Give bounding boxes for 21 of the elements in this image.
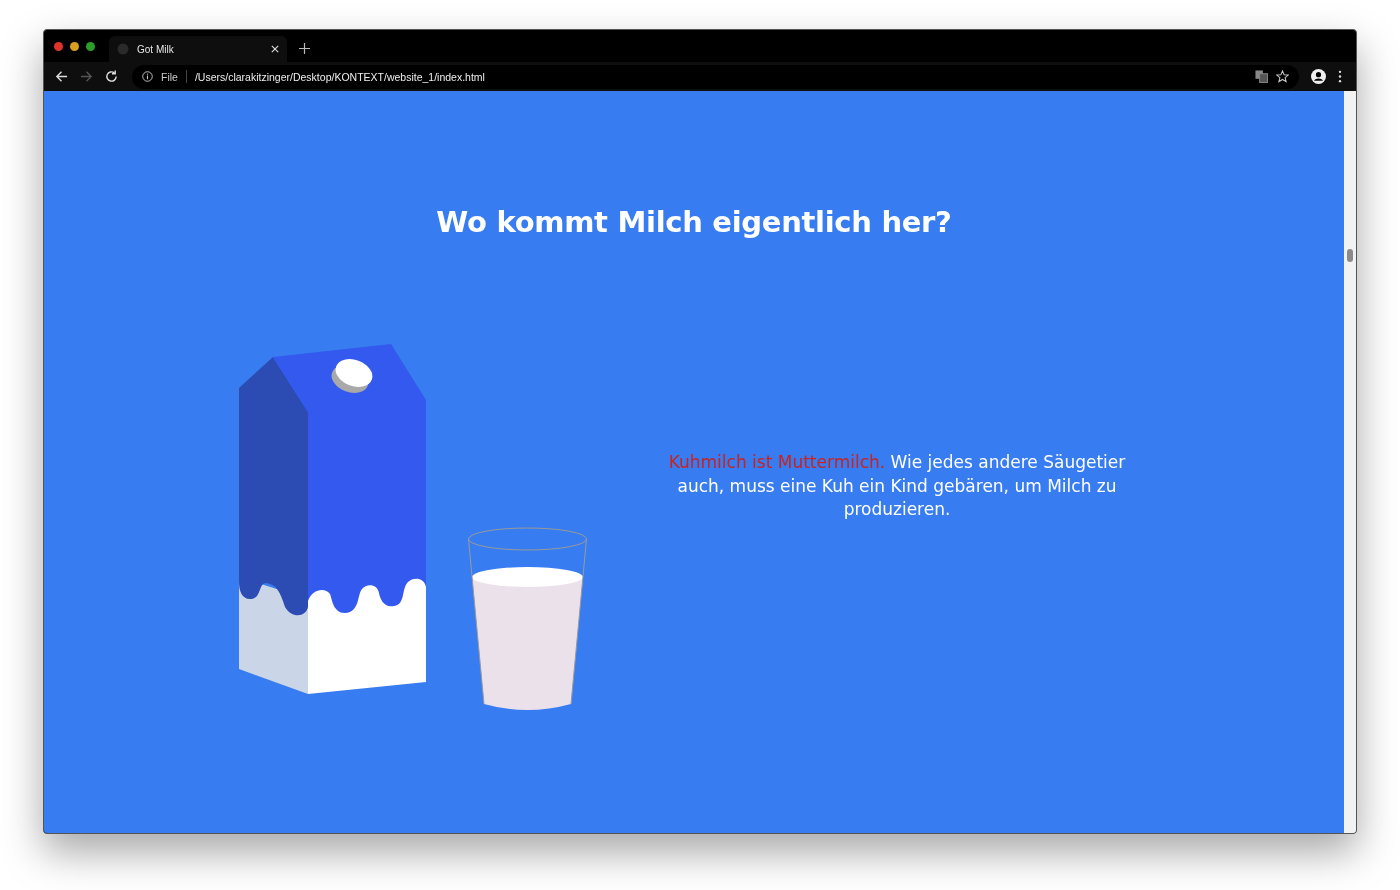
info-icon	[142, 71, 153, 82]
page-heading: Wo kommt Milch eigentlich her?	[435, 205, 953, 239]
star-icon[interactable]	[1276, 70, 1289, 83]
new-tab-icon[interactable]	[299, 42, 310, 54]
address-bar[interactable]: File /Users/clarakitzinger/Desktop/KONTEXT/website_1/index.html	[132, 64, 1299, 89]
translate-icon[interactable]	[1255, 70, 1268, 83]
maximize-window-button[interactable]	[86, 41, 95, 51]
scheme-label: File	[161, 70, 178, 83]
tab-title: Got Milk	[137, 43, 175, 55]
minimize-window-button[interactable]	[70, 41, 79, 51]
account-icon[interactable]	[1311, 69, 1326, 84]
scrollbar-thumb[interactable]	[1347, 249, 1353, 262]
url-text: /Users/clarakitzinger/Desktop/KONTEXT/website_1/index.html	[194, 70, 485, 83]
menu-icon[interactable]	[1338, 70, 1342, 83]
back-icon[interactable]	[55, 70, 68, 83]
intro-paragraph: Kuhmilch ist Muttermilch. Wie jedes andere Säugetier auch, muss eine Kuh ein Kind gebären, um Milch zu produzieren.	[667, 451, 1127, 522]
scrollbar[interactable]	[1344, 91, 1356, 833]
reload-icon[interactable]	[105, 70, 118, 83]
close-tab-icon[interactable]	[271, 45, 279, 53]
browser-tab[interactable]: Got Milk	[109, 36, 287, 62]
close-window-button[interactable]	[54, 41, 63, 51]
